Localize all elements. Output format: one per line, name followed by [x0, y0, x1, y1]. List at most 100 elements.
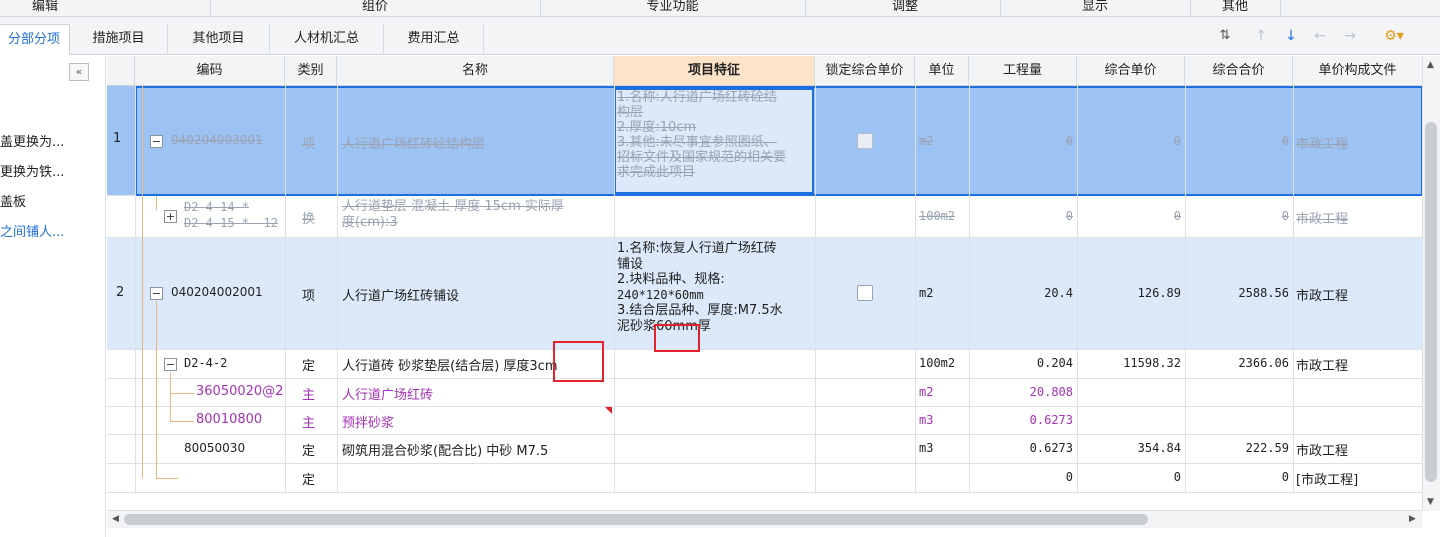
- move-right-icon[interactable]: →: [1340, 25, 1360, 47]
- item-code[interactable]: 040204002001: [171, 285, 263, 299]
- horizontal-scroll-thumb[interactable]: [124, 514, 1148, 525]
- item-quantity[interactable]: 20.4: [969, 286, 1073, 300]
- lock-price-checkbox[interactable]: [857, 133, 873, 149]
- item-total-price[interactable]: 222.59: [1185, 441, 1289, 455]
- scroll-up-icon[interactable]: ▲: [1427, 60, 1434, 70]
- ribbon-group-pricing[interactable]: 组价: [210, 0, 540, 17]
- settings-dropdown-icon[interactable]: ⚙▾: [1378, 25, 1410, 47]
- item-unit-price[interactable]: 354.84: [1077, 441, 1181, 455]
- move-down-icon[interactable]: ↓: [1282, 25, 1300, 47]
- item-total-price[interactable]: 2366.06: [1185, 356, 1289, 370]
- item-price-file[interactable]: 市政工程: [1296, 133, 1348, 152]
- item-type[interactable]: 主: [302, 384, 315, 403]
- scroll-right-icon[interactable]: ▶: [1409, 514, 1416, 524]
- left-panel-item[interactable]: 盖更换为...: [0, 131, 64, 150]
- ribbon-group-edit[interactable]: 编辑: [0, 0, 90, 17]
- item-name[interactable]: 人行道垫层 混凝土 厚度 15cm 实际厚 度(cm):3: [342, 199, 564, 231]
- item-unit[interactable]: m2: [919, 286, 933, 300]
- item-unit[interactable]: 100m2: [919, 209, 955, 223]
- item-code[interactable]: 80050030: [184, 441, 245, 455]
- item-price-file[interactable]: 市政工程: [1296, 208, 1348, 227]
- collapse-toggle-icon[interactable]: −: [150, 287, 163, 300]
- item-quantity[interactable]: 0.204: [969, 356, 1073, 370]
- item-features[interactable]: 1.名称:恢复人行道广场红砖 铺设 2.块料品种、规格: 240*120*60m…: [617, 241, 813, 334]
- item-type[interactable]: 定: [302, 440, 315, 459]
- item-unit[interactable]: m2: [919, 134, 933, 148]
- item-type[interactable]: 项: [302, 133, 315, 152]
- tab-sub-items[interactable]: 分部分项: [0, 24, 70, 55]
- swap-icon[interactable]: ⇅: [1216, 25, 1234, 47]
- item-unit[interactable]: 100m2: [919, 356, 955, 370]
- move-up-icon[interactable]: ↑: [1252, 25, 1270, 47]
- ribbon-group-professional[interactable]: 专业功能: [540, 0, 805, 17]
- item-quantity[interactable]: 0: [969, 470, 1073, 484]
- header-price-file[interactable]: 单价构成文件: [1293, 56, 1423, 86]
- item-price-file[interactable]: 市政工程: [1296, 285, 1348, 304]
- header-unit[interactable]: 单位: [915, 56, 969, 86]
- scroll-down-icon[interactable]: ▼: [1427, 497, 1434, 507]
- left-panel-item[interactable]: 之间铺人...: [0, 221, 64, 240]
- item-name[interactable]: 预拌砂浆: [342, 412, 394, 431]
- item-quantity[interactable]: 0.6273: [969, 413, 1073, 427]
- header-total-price[interactable]: 综合合价: [1185, 56, 1293, 86]
- item-unit[interactable]: m3: [919, 413, 933, 427]
- move-left-icon[interactable]: ←: [1310, 25, 1330, 47]
- item-type[interactable]: 定: [302, 469, 315, 488]
- item-unit-price[interactable]: 0: [1077, 209, 1181, 223]
- item-name[interactable]: 人行道砖 砂浆垫层(结合层) 厚度3cm: [342, 355, 558, 374]
- item-code[interactable]: D2-4-14 * D2-4-15 * -12: [184, 199, 278, 231]
- scroll-left-icon[interactable]: ◀: [112, 514, 119, 524]
- item-quantity[interactable]: 20.808: [969, 385, 1073, 399]
- item-name[interactable]: 人行道广场红砖: [342, 384, 433, 403]
- item-total-price[interactable]: 2588.56: [1185, 286, 1289, 300]
- header-lock-price[interactable]: 锁定综合单价: [815, 56, 915, 86]
- item-features[interactable]: 1.名称:人行道广场红砖砼结 构层 2.厚度:10cm 3.其他:未尽事宜参照图…: [617, 90, 813, 180]
- item-total-price[interactable]: 0: [1185, 470, 1289, 484]
- left-panel-item[interactable]: 盖板: [0, 191, 26, 210]
- vertical-scroll-thumb[interactable]: [1425, 122, 1437, 482]
- ribbon-group-other[interactable]: 其他: [1190, 0, 1280, 17]
- header-quantity[interactable]: 工程量: [969, 56, 1077, 86]
- item-price-file[interactable]: [市政工程]: [1296, 469, 1358, 488]
- header-unit-price[interactable]: 综合单价: [1077, 56, 1185, 86]
- item-quantity[interactable]: 0: [969, 209, 1073, 223]
- item-quantity[interactable]: 0: [969, 134, 1073, 148]
- collapse-toggle-icon[interactable]: −: [164, 358, 177, 371]
- item-code[interactable]: 80010800: [196, 412, 262, 427]
- item-price-file[interactable]: 市政工程: [1296, 440, 1348, 459]
- tab-labor-material-summary[interactable]: 人材机汇总: [270, 24, 384, 55]
- item-price-file[interactable]: 市政工程: [1296, 355, 1348, 374]
- item-unit[interactable]: m3: [919, 441, 933, 455]
- lock-price-checkbox[interactable]: [857, 285, 873, 301]
- item-total-price[interactable]: 0: [1185, 134, 1289, 148]
- item-name[interactable]: 人行道广场红砖铺设: [342, 285, 459, 304]
- item-code[interactable]: D2-4-2: [184, 356, 227, 370]
- left-panel-item[interactable]: 更换为铁...: [0, 161, 64, 180]
- item-type[interactable]: 主: [302, 412, 315, 431]
- item-unit-price[interactable]: 11598.32: [1077, 356, 1181, 370]
- item-unit[interactable]: m2: [919, 385, 933, 399]
- item-code[interactable]: 36050020@2: [196, 384, 283, 399]
- expand-toggle-icon[interactable]: +: [164, 210, 177, 223]
- item-quantity[interactable]: 0.6273: [969, 441, 1073, 455]
- tab-other-items[interactable]: 其他项目: [168, 24, 270, 55]
- tab-measures[interactable]: 措施项目: [70, 24, 168, 55]
- item-name[interactable]: 砌筑用混合砂浆(配合比) 中砂 M7.5: [342, 440, 548, 459]
- ribbon-group-display[interactable]: 显示: [1000, 0, 1190, 17]
- header-code[interactable]: 编码: [135, 56, 285, 86]
- item-code[interactable]: 040204003001: [171, 133, 263, 147]
- header-item-features[interactable]: 项目特征: [614, 56, 815, 86]
- item-unit-price[interactable]: 0: [1077, 470, 1181, 484]
- item-total-price[interactable]: 0: [1185, 209, 1289, 223]
- item-name[interactable]: 人行道广场红砖砼结构层: [342, 133, 485, 152]
- item-unit-price[interactable]: 0: [1077, 134, 1181, 148]
- collapse-panel-button[interactable]: «: [69, 63, 89, 81]
- ribbon-group-adjust[interactable]: 调整: [805, 0, 1005, 17]
- item-type[interactable]: 换: [302, 208, 315, 227]
- header-name[interactable]: 名称: [337, 56, 614, 86]
- header-type[interactable]: 类别: [285, 56, 337, 86]
- item-type[interactable]: 项: [302, 285, 315, 304]
- item-type[interactable]: 定: [302, 355, 315, 374]
- tab-cost-summary[interactable]: 费用汇总: [384, 24, 484, 55]
- item-unit-price[interactable]: 126.89: [1077, 286, 1181, 300]
